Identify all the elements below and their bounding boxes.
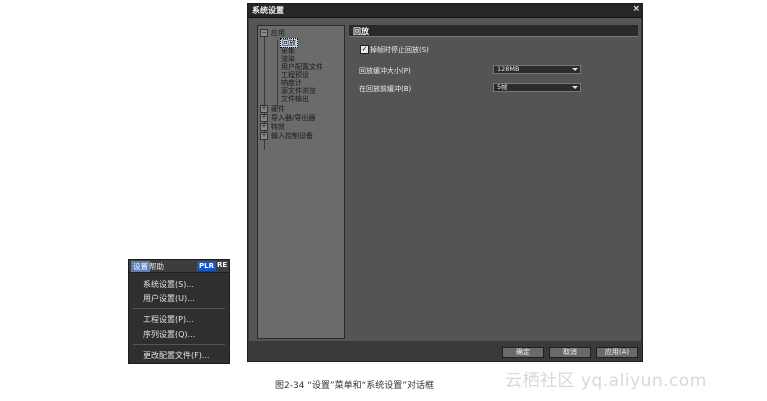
- tree-node-capture[interactable]: 采集: [281, 47, 295, 55]
- re-badge[interactable]: RE: [217, 261, 227, 269]
- menu-bar: 设置 帮助 PLR RE: [129, 260, 229, 273]
- menu-item-sequence-settings[interactable]: 序列设置(Q)...: [143, 329, 195, 340]
- tree-node-render[interactable]: 渲染: [281, 55, 295, 63]
- tree-node-file-output[interactable]: 文件输出: [281, 95, 309, 103]
- stop-on-frame-drop-checkbox[interactable]: ✓: [360, 45, 369, 54]
- buffer-size-label: 回放缓冲大小(P): [359, 67, 411, 75]
- tree-node-importers[interactable]: + 导入器/导出器: [260, 114, 315, 122]
- menu-item-system-settings[interactable]: 系统设置(S)...: [143, 279, 194, 290]
- tree-node-label: 特效: [271, 123, 285, 131]
- tree-node-label: 导入器/导出器: [271, 114, 316, 122]
- close-icon[interactable]: ×: [632, 4, 640, 14]
- dialog-title: 系统设置: [252, 6, 284, 15]
- settings-tree: − 应用 回放 采集 渲染 用户配置文件 工程预设 响度计 源文件浏览 文件输出 …: [257, 25, 345, 339]
- tree-node-label: 硬件: [271, 105, 285, 113]
- tree-node-loudness-meter[interactable]: 响度计: [281, 79, 302, 87]
- section-header: 回放: [349, 25, 638, 37]
- expand-icon[interactable]: +: [260, 105, 268, 113]
- tree-node-hardware[interactable]: + 硬件: [260, 105, 285, 113]
- menu-separator: [133, 344, 225, 345]
- dialog-body: − 应用 回放 采集 渲染 用户配置文件 工程预设 响度计 源文件浏览 文件输出 …: [249, 18, 641, 341]
- expand-icon[interactable]: +: [260, 132, 268, 140]
- expand-icon[interactable]: +: [260, 123, 268, 131]
- figure-caption: 图2-34 “设置”菜单和“系统设置”对话框: [275, 381, 434, 391]
- menu-bar-help[interactable]: 帮助: [149, 261, 164, 272]
- tree-node-source-browser[interactable]: 源文件浏览: [281, 87, 316, 95]
- apply-button[interactable]: 应用(A): [596, 347, 638, 358]
- tree-node-input-control[interactable]: + 输入控制设备: [260, 132, 313, 140]
- menu-bar-settings[interactable]: 设置: [131, 261, 150, 272]
- settings-menu: 设置 帮助 PLR RE 系统设置(S)... 用户设置(U)... 工程设置(…: [128, 259, 230, 364]
- ok-button[interactable]: 确定: [502, 347, 544, 358]
- tree-node-project-preset[interactable]: 工程预设: [281, 71, 309, 79]
- system-settings-dialog: 系统设置 × − 应用 回放 采集 渲染 用户配置文件 工程预设 响度计 源文件浏…: [247, 3, 643, 362]
- tree-node-label: 应用: [271, 29, 285, 37]
- menu-item-user-settings[interactable]: 用户设置(U)...: [143, 293, 195, 304]
- chevron-down-icon[interactable]: [572, 68, 578, 71]
- tree-line: [277, 40, 278, 106]
- tree-node-user-profile[interactable]: 用户配置文件: [281, 63, 323, 71]
- tree-node-effects[interactable]: + 特效: [260, 123, 285, 131]
- prebuffer-value: 5帧: [497, 83, 508, 91]
- menu-separator: [133, 308, 225, 309]
- prebuffer-select[interactable]: 5帧: [493, 83, 581, 92]
- tree-node-label: 输入控制设备: [271, 132, 313, 140]
- prebuffer-label: 在回放前缓冲(B): [359, 85, 412, 93]
- menu-item-project-settings[interactable]: 工程设置(P)...: [143, 314, 194, 325]
- chevron-down-icon[interactable]: [572, 86, 578, 89]
- menu-item-change-profile[interactable]: 更改配置文件(F)...: [143, 350, 209, 361]
- buffer-size-select[interactable]: 128MB: [493, 65, 581, 74]
- section-title: 回放: [353, 27, 369, 36]
- buffer-size-value: 128MB: [497, 65, 520, 73]
- watermark: 云栖社区 yq.aliyun.com: [505, 371, 707, 391]
- cancel-button[interactable]: 取消: [549, 347, 591, 358]
- settings-content: 回放 ✓ 掉帧时停止回放(S) 回放缓冲大小(P) 128MB 在回放前缓冲(B…: [349, 25, 638, 338]
- plr-badge[interactable]: PLR: [197, 261, 216, 271]
- stop-on-frame-drop-label[interactable]: 掉帧时停止回放(S): [370, 45, 429, 55]
- dialog-titlebar[interactable]: 系统设置 ×: [248, 4, 642, 18]
- tree-node-app[interactable]: − 应用: [260, 29, 285, 37]
- collapse-icon[interactable]: −: [260, 29, 268, 37]
- expand-icon[interactable]: +: [260, 114, 268, 122]
